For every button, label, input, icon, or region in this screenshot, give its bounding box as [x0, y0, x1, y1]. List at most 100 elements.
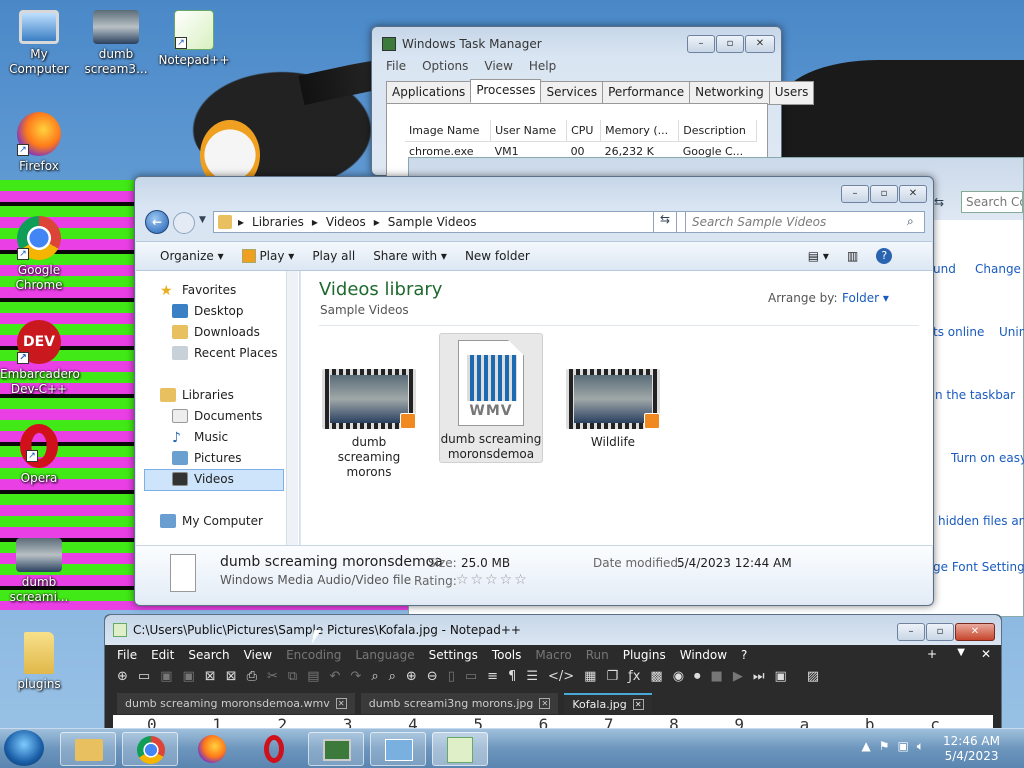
help-icon[interactable]: ?	[876, 248, 893, 264]
sync-vertical-icon[interactable]: ▯	[448, 669, 455, 684]
taskbar-opera-button[interactable]	[246, 732, 302, 766]
organize-button[interactable]: Organize ▾	[160, 249, 224, 263]
show-hidden-icons-icon[interactable]: ▲	[861, 739, 870, 754]
menu-view[interactable]: View	[484, 59, 512, 73]
record-macro-icon[interactable]: ⏺	[694, 669, 701, 684]
tab-processes[interactable]: Processes	[470, 79, 542, 103]
play-all-button[interactable]: Play all	[312, 249, 355, 263]
desktop-icon-dumb-screami[interactable]: dumb screami...	[0, 538, 78, 605]
back-button[interactable]: ←	[145, 210, 169, 234]
desktop-icon-plugins[interactable]: plugins	[0, 632, 78, 692]
nav-downloads[interactable]: Downloads	[172, 325, 260, 339]
taskbar-firefox-button[interactable]	[184, 732, 240, 766]
desktop-icon-my-computer[interactable]: My Computer	[0, 10, 78, 77]
column-header-description[interactable]: Description	[678, 120, 757, 142]
menu-view[interactable]: View	[244, 648, 272, 662]
control-panel-link[interactable]: und	[933, 262, 956, 276]
menu-macro[interactable]: Macro	[535, 648, 571, 662]
nav-my-computer[interactable]: My Computer	[160, 514, 263, 528]
desktop-icon-dumb-scream3[interactable]: dumb scream3...	[77, 10, 155, 77]
share-with-button[interactable]: Share with ▾	[373, 249, 447, 263]
control-panel-link[interactable]: n the taskbar	[935, 388, 1015, 402]
open-file-icon[interactable]: ▭	[138, 669, 150, 684]
menu-file[interactable]: File	[386, 59, 406, 73]
change-view-icon[interactable]: ▤ ▾	[808, 249, 829, 263]
column-header-memory[interactable]: Memory (...	[600, 120, 680, 142]
save-all-icon[interactable]: ▣	[183, 669, 195, 684]
tab-performance[interactable]: Performance	[602, 81, 691, 105]
spellcheck-icon[interactable]: ▨	[807, 669, 819, 684]
close-all-icon[interactable]: ⊠	[226, 669, 237, 684]
desktop-icon-firefox[interactable]: ↗ Firefox	[0, 112, 78, 174]
breadcrumb-videos[interactable]: Videos	[326, 215, 366, 229]
nav-pictures[interactable]: Pictures	[172, 451, 242, 465]
control-panel-link[interactable]: hidden files and	[938, 514, 1024, 528]
document-tab-active[interactable]: Kofala.jpg ✕	[564, 693, 652, 714]
run-macro-multiple-icon[interactable]: ⏭	[753, 669, 765, 684]
taskbar-chrome-button[interactable]	[122, 732, 178, 766]
tab-close-icon[interactable]: ✕	[632, 699, 644, 710]
menu-window[interactable]: Window	[680, 648, 727, 662]
close-button[interactable]: ✕	[899, 185, 927, 203]
new-file-icon[interactable]: ⊕	[117, 669, 128, 684]
sync-horizontal-icon[interactable]: ▭	[465, 669, 477, 684]
close-button[interactable]: ✕	[745, 35, 775, 53]
nav-favorites[interactable]: ★ Favorites	[160, 283, 236, 299]
breadcrumb-libraries[interactable]: Libraries	[252, 215, 304, 229]
play-button[interactable]: Play ▾	[241, 249, 294, 264]
taskbar-explorer-button[interactable]	[60, 732, 116, 766]
paste-icon[interactable]: ▤	[307, 669, 319, 684]
tab-close-icon[interactable]: ✕	[539, 698, 551, 709]
nav-libraries[interactable]: Libraries	[160, 388, 234, 402]
control-panel-link[interactable]: ts online	[933, 325, 984, 339]
search-icon[interactable]: ⌕	[907, 214, 914, 229]
indent-guide-icon[interactable]: ☰	[526, 669, 538, 684]
word-wrap-icon[interactable]: ≡	[487, 669, 498, 684]
folder-as-workspace-icon[interactable]: ▩	[650, 669, 662, 684]
control-panel-link[interactable]: Unin	[999, 325, 1024, 339]
maximize-button[interactable]: ▫	[716, 35, 744, 53]
save-icon[interactable]: ▣	[160, 669, 172, 684]
notepadpp-window[interactable]: C:\Users\Public\Pictures\Sample Pictures…	[104, 614, 1002, 735]
document-map-icon[interactable]: ▦	[584, 669, 596, 684]
search-input[interactable]: Search Sample Videos	[685, 211, 925, 233]
control-panel-link[interactable]: Turn on easy a	[951, 451, 1024, 465]
volume-icon[interactable]: 🔈︎	[917, 739, 924, 754]
nav-scrollbar[interactable]	[286, 271, 298, 545]
menu-run[interactable]: Run	[586, 648, 609, 662]
find-icon[interactable]: ⌕	[371, 669, 378, 684]
print-icon[interactable]: ⎙	[247, 669, 257, 684]
show-all-characters-icon[interactable]: ¶	[508, 669, 516, 684]
menu-encoding[interactable]: Encoding	[286, 648, 341, 662]
tab-applications[interactable]: Applications	[386, 81, 472, 105]
zoom-in-icon[interactable]: ⊕	[406, 669, 417, 684]
recent-pages-dropdown-icon[interactable]: ▼	[199, 215, 206, 225]
taskbar-control-panel-button[interactable]	[370, 732, 426, 766]
refresh-icon[interactable]: ⇆	[934, 195, 944, 209]
nav-documents[interactable]: Documents	[172, 409, 262, 423]
action-center-icon[interactable]: ⚑	[879, 739, 890, 754]
save-macro-icon[interactable]: ▣	[775, 669, 787, 684]
undo-icon[interactable]: ↶	[330, 669, 341, 684]
breadcrumb-sample-videos[interactable]: Sample Videos	[388, 215, 477, 229]
column-header-cpu[interactable]: CPU	[566, 120, 602, 142]
close-document-icon[interactable]: ✕	[981, 647, 991, 661]
menu-help[interactable]: Help	[529, 59, 556, 73]
redo-icon[interactable]: ↷	[350, 669, 361, 684]
nav-music[interactable]: ♪ Music	[172, 430, 228, 446]
control-panel-link[interactable]: Change s	[975, 262, 1024, 276]
file-item-selected[interactable]: WMV dumb screaming moronsdemoa	[439, 333, 543, 463]
control-panel-link[interactable]: ge Font Settings	[933, 560, 1024, 574]
copy-icon[interactable]: ⧉	[288, 669, 297, 684]
menu-settings[interactable]: Settings	[429, 648, 478, 662]
document-list-icon[interactable]: ❐	[606, 669, 618, 684]
new-folder-button[interactable]: New folder	[465, 249, 530, 263]
nav-desktop[interactable]: Desktop	[172, 304, 244, 318]
arrange-by-dropdown[interactable]: Folder ▾	[842, 291, 889, 305]
tab-users[interactable]: Users	[768, 81, 815, 105]
explorer-window[interactable]: – ▫ ✕ ← ▼ ▸ Libraries ▸ Videos ▸ Sample …	[134, 176, 934, 606]
file-item[interactable]: Wildlife	[563, 369, 663, 450]
tab-networking[interactable]: Networking	[689, 81, 770, 105]
minimize-button[interactable]: –	[841, 185, 869, 203]
network-icon[interactable]: ▣	[897, 739, 908, 754]
